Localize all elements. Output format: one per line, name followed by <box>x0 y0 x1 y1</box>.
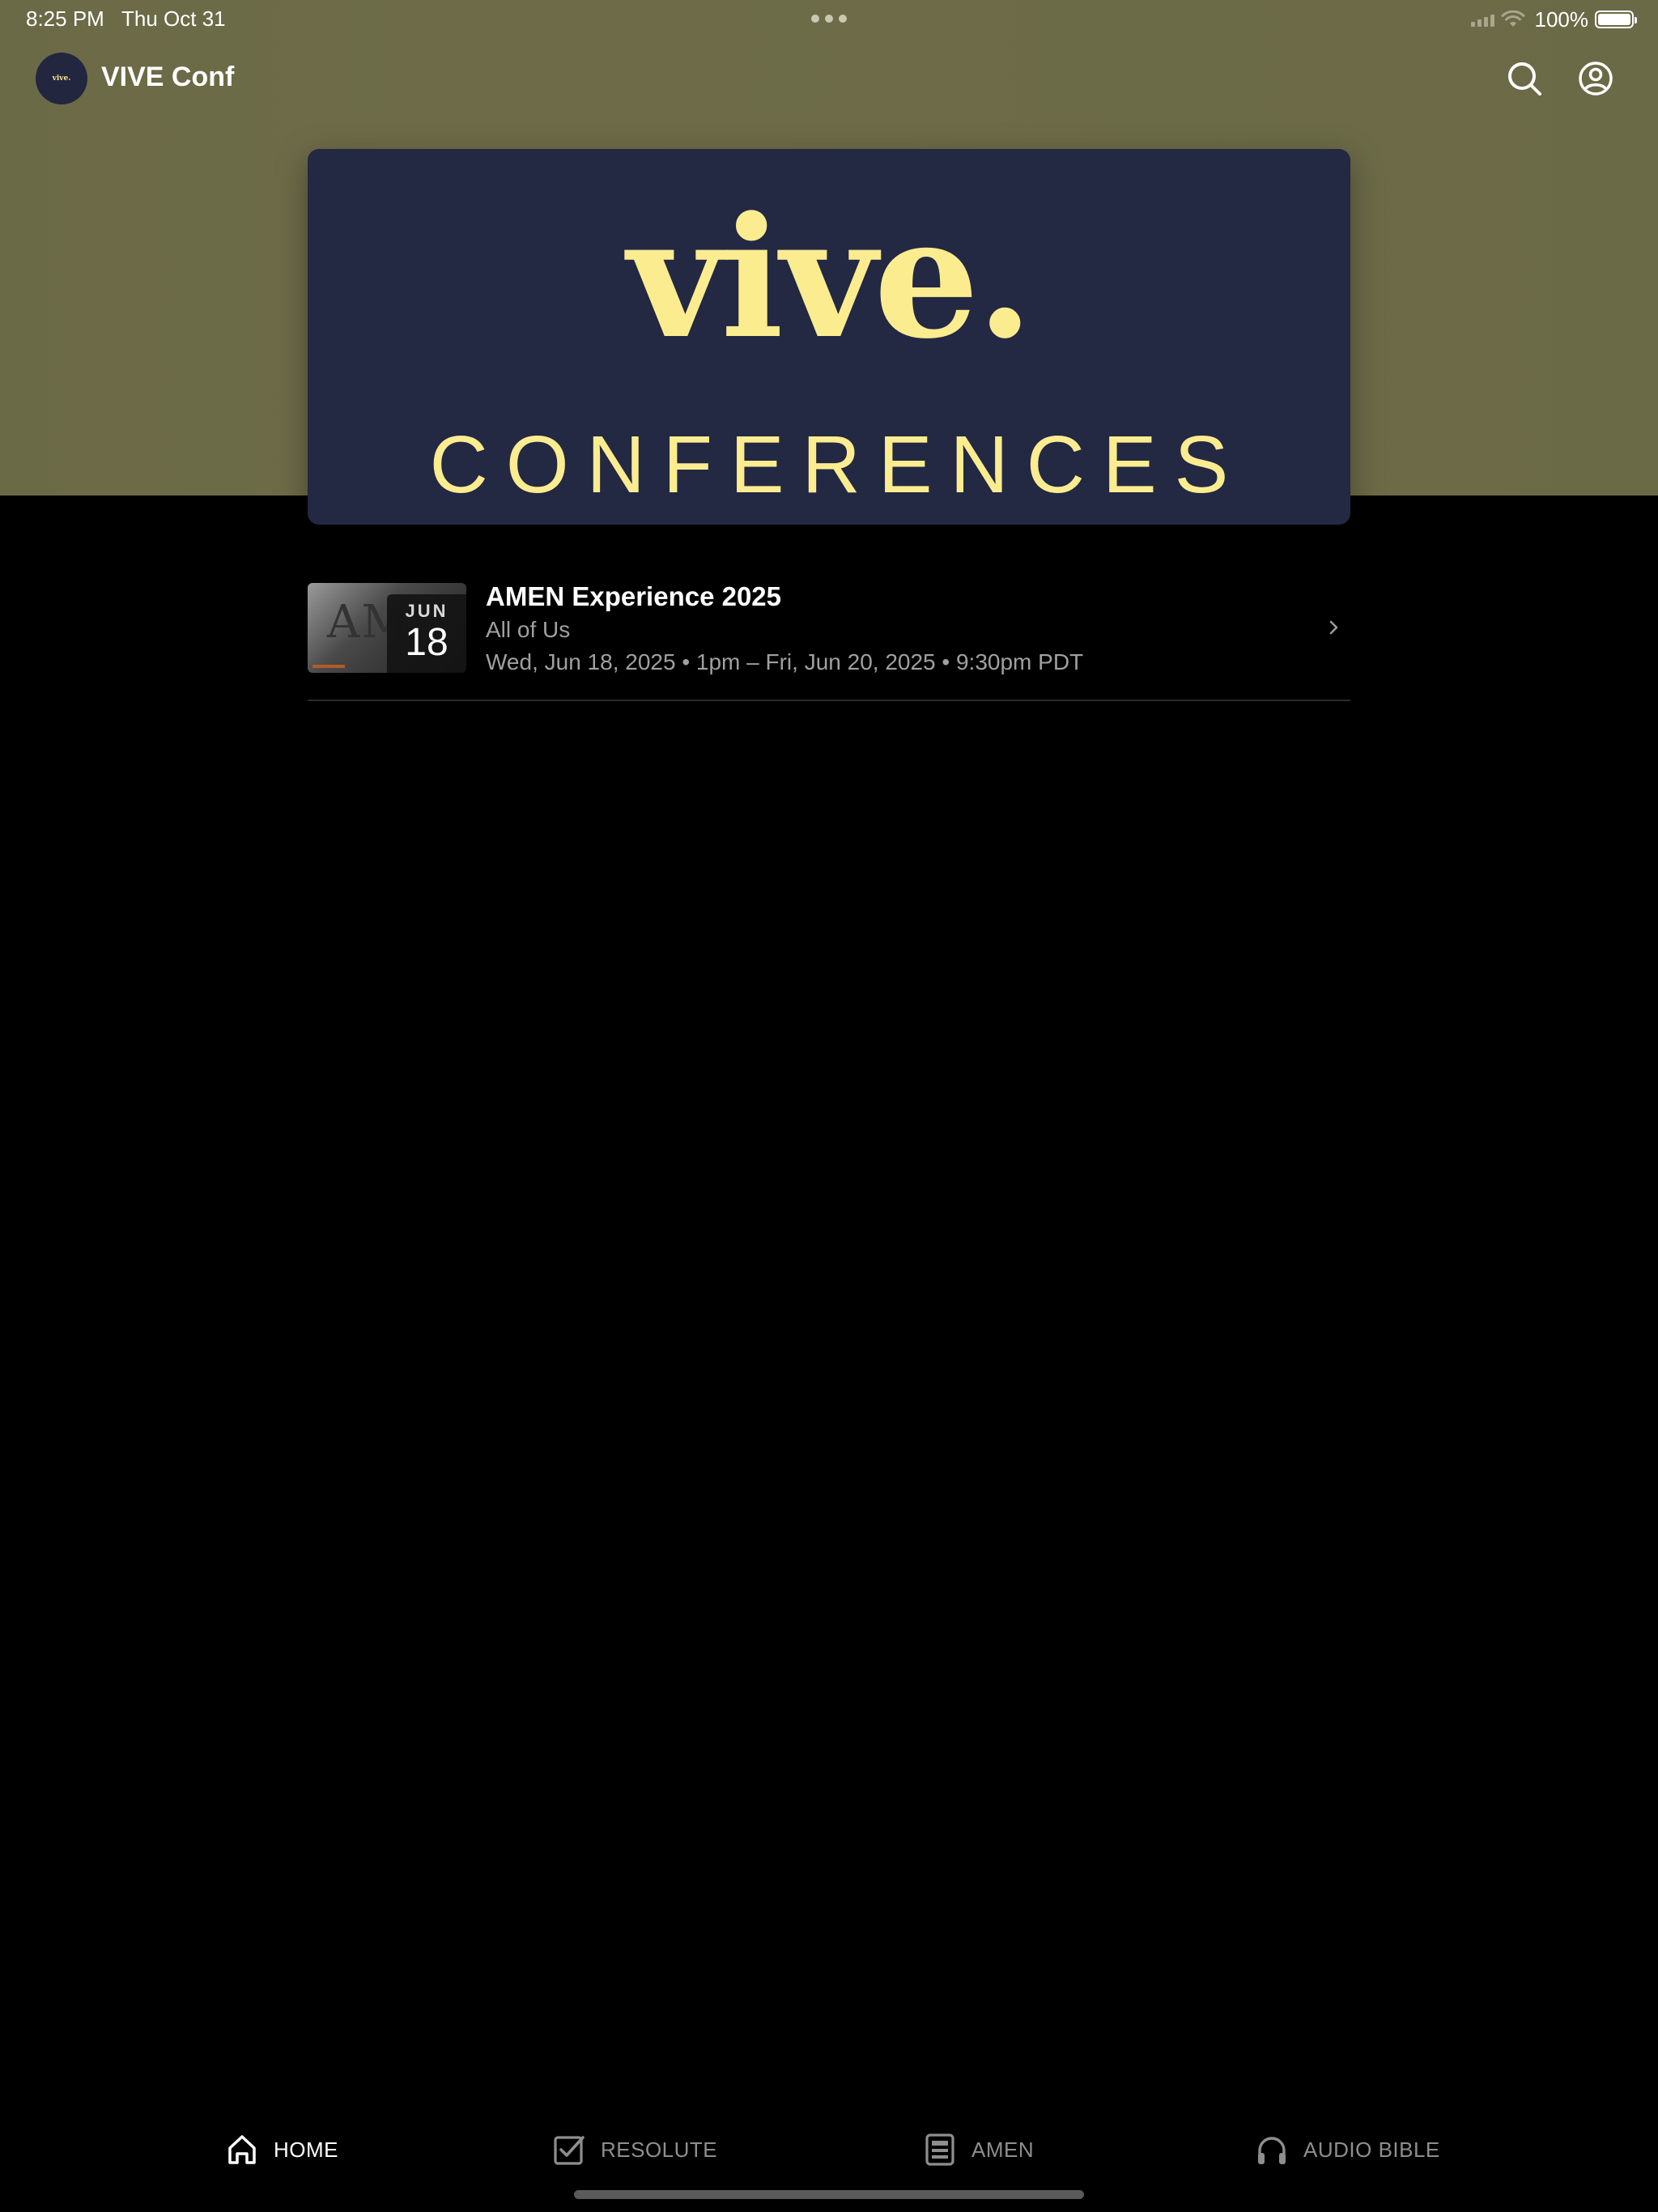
event-thumbnail: AMEN JUN 18 <box>308 583 466 673</box>
event-subtitle: All of Us <box>486 617 571 642</box>
tab-home[interactable]: HOME <box>225 2113 338 2186</box>
search-icon[interactable] <box>1506 60 1543 97</box>
tab-amen[interactable]: AMEN <box>923 2113 1034 2186</box>
event-title: AMEN Experience 2025 <box>486 581 782 611</box>
tab-audio-bible[interactable]: AUDIO BIBLE <box>1255 2113 1440 2186</box>
bottom-tab-bar: HOME RESOLUTE AMEN AUDIO BIBLE <box>0 2113 1658 2186</box>
app-logo-avatar[interactable]: vive. <box>36 53 87 104</box>
thumbnail-accent <box>312 665 345 668</box>
app-screen: 8:25 PM Thu Oct 31 100% vive. VIVE Conf <box>0 0 1658 2212</box>
tab-label-resolute: RESOLUTE <box>601 2137 718 2162</box>
date-badge: JUN 18 <box>387 594 466 673</box>
status-time: 8:25 PM <box>26 6 104 31</box>
home-indicator[interactable] <box>574 2190 1084 2199</box>
battery-percentage: 100% <box>1534 6 1589 32</box>
wifi-icon <box>1501 11 1524 27</box>
checkbox-icon <box>554 2136 585 2165</box>
badge-month: JUN <box>405 601 449 621</box>
tab-label-audio-bible: AUDIO BIBLE <box>1303 2137 1440 2162</box>
status-bar: 8:25 PM Thu Oct 31 100% <box>0 0 1658 39</box>
status-date: Thu Oct 31 <box>121 6 226 31</box>
cellular-signal-icon <box>1470 12 1494 27</box>
document-icon <box>925 2133 954 2166</box>
battery-icon <box>1595 11 1637 28</box>
app-title: VIVE Conf <box>101 62 235 92</box>
status-indicators: 100% <box>1470 6 1637 32</box>
chevron-right-icon <box>1329 620 1338 635</box>
tab-resolute[interactable]: RESOLUTE <box>552 2113 717 2186</box>
headphones-icon <box>1258 2137 1286 2164</box>
banner-logo: vive. <box>627 181 1034 376</box>
avatar-logo-text: vive. <box>52 74 71 83</box>
home-icon <box>228 2135 256 2164</box>
event-list-item[interactable]: AMEN JUN 18 AMEN Experience 2025 All of … <box>308 581 1350 701</box>
tab-label-home: HOME <box>274 2137 338 2162</box>
multitasking-dots-icon[interactable] <box>811 15 847 24</box>
tab-label-amen: AMEN <box>971 2137 1035 2162</box>
badge-day: 18 <box>405 621 449 664</box>
account-circle-icon[interactable] <box>1577 60 1614 97</box>
conference-banner: vive. CONFERENCES <box>308 149 1350 525</box>
event-datetime: Wed, Jun 18, 2025 • 1pm – Fri, Jun 20, 2… <box>486 649 1084 674</box>
banner-subtitle: CONFERENCES <box>429 419 1247 510</box>
